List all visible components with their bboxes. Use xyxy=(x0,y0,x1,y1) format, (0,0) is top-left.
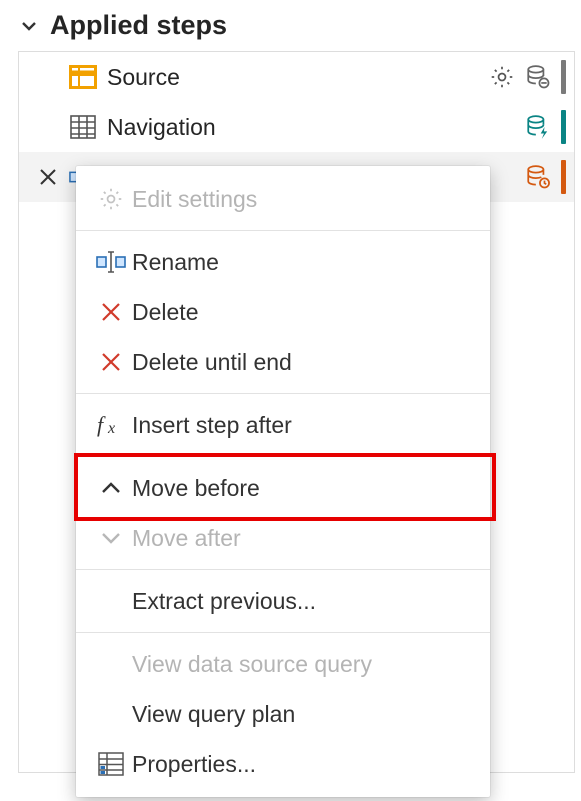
svg-text:x: x xyxy=(107,420,115,437)
menu-edit-settings: Edit settings xyxy=(76,174,490,224)
menu-move-before[interactable]: Move before xyxy=(76,463,490,513)
properties-icon xyxy=(90,752,132,776)
applied-steps-title: Applied steps xyxy=(50,10,227,41)
chevron-down-icon xyxy=(90,528,132,548)
menu-move-after: Move after xyxy=(76,513,490,563)
fx-icon: f x xyxy=(90,413,132,437)
step-settings-button[interactable] xyxy=(487,62,517,92)
menu-label: Delete xyxy=(132,299,198,326)
menu-properties[interactable]: Properties... xyxy=(76,739,490,789)
menu-separator xyxy=(76,230,490,231)
database-clock-icon xyxy=(523,162,553,192)
menu-extract-previous[interactable]: Extract previous... xyxy=(76,576,490,626)
step-row-navigation[interactable]: Navigation xyxy=(19,102,574,152)
menu-label: View query plan xyxy=(132,701,295,728)
menu-delete[interactable]: Delete xyxy=(76,287,490,337)
close-icon xyxy=(90,301,132,323)
step-marker xyxy=(561,60,566,94)
chevron-down-icon xyxy=(18,15,40,37)
step-marker xyxy=(561,110,566,144)
spacer xyxy=(487,112,517,142)
menu-view-query-plan[interactable]: View query plan xyxy=(76,689,490,739)
delete-step-button[interactable] xyxy=(27,167,69,187)
menu-separator xyxy=(76,393,490,394)
step-label: Source xyxy=(107,64,487,91)
menu-separator xyxy=(76,632,490,633)
database-remove-icon xyxy=(523,62,553,92)
gear-icon xyxy=(90,186,132,212)
applied-steps-header[interactable]: Applied steps xyxy=(18,6,575,51)
menu-separator xyxy=(76,456,490,457)
menu-separator xyxy=(76,569,490,570)
close-icon xyxy=(90,351,132,373)
database-bolt-icon xyxy=(523,112,553,142)
step-row-source[interactable]: Source xyxy=(19,52,574,102)
menu-label: Properties... xyxy=(132,751,256,778)
table-icon xyxy=(69,114,97,140)
menu-label: Move before xyxy=(132,475,260,502)
step-marker xyxy=(561,160,566,194)
menu-label: Edit settings xyxy=(132,186,257,213)
menu-delete-until-end[interactable]: Delete until end xyxy=(76,337,490,387)
menu-view-data-source-query: View data source query xyxy=(76,639,490,689)
table-source-icon xyxy=(69,64,97,90)
menu-rename[interactable]: Rename xyxy=(76,237,490,287)
rename-icon xyxy=(90,251,132,273)
menu-label: View data source query xyxy=(132,651,372,678)
menu-label: Move after xyxy=(132,525,241,552)
chevron-up-icon xyxy=(90,478,132,498)
menu-label: Extract previous... xyxy=(132,588,316,615)
menu-label: Rename xyxy=(132,249,219,276)
step-label: Navigation xyxy=(107,114,487,141)
menu-insert-step-after[interactable]: f x Insert step after xyxy=(76,400,490,450)
spacer xyxy=(487,162,517,192)
menu-label: Insert step after xyxy=(132,412,292,439)
menu-label: Delete until end xyxy=(132,349,292,376)
svg-text:f: f xyxy=(97,413,106,437)
step-context-menu: Edit settings Rename Delete xyxy=(76,166,490,797)
